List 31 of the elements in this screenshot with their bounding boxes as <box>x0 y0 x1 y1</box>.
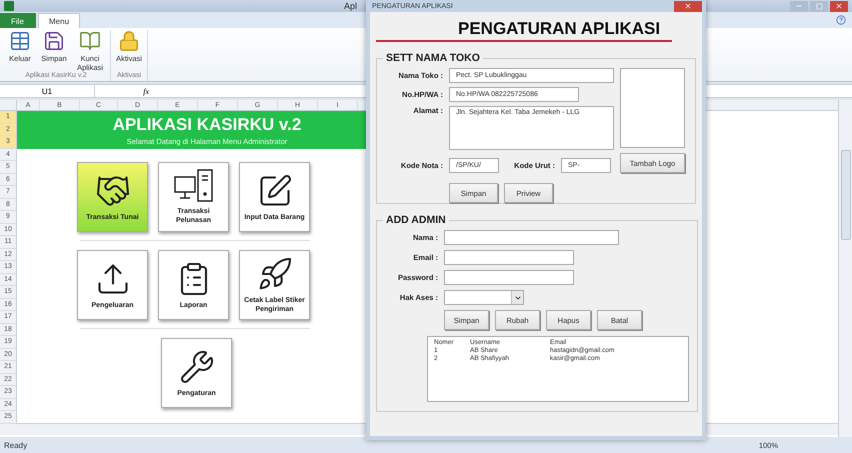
group-title: SETT NAMA TOKO <box>385 52 481 64</box>
input-field[interactable] <box>444 230 619 245</box>
close-button[interactable] <box>674 0 702 12</box>
help-icon[interactable] <box>836 15 846 25</box>
wrench-icon <box>178 348 214 384</box>
close-icon <box>684 2 692 10</box>
window-title: Apl <box>344 1 358 11</box>
rocket-icon <box>256 256 292 292</box>
status-text: Ready <box>4 440 28 450</box>
save-icon <box>43 30 65 52</box>
lock-icon <box>118 30 140 52</box>
ribbon-tab[interactable]: Menu <box>38 13 80 28</box>
minimize-button[interactable] <box>790 0 808 12</box>
table-icon <box>9 30 31 52</box>
password-field[interactable] <box>444 270 574 285</box>
ribbon-tab[interactable]: File <box>0 13 36 28</box>
computer-icon <box>174 169 214 203</box>
dialog-heading: PENGATURAN APLIKASI <box>376 18 672 42</box>
app-title: APLIKASI KASIRKU v.2 <box>112 114 302 134</box>
group-title: ADD ADMIN <box>385 214 447 226</box>
vertical-scrollbar[interactable] <box>838 100 852 437</box>
name-box[interactable]: U1 <box>0 85 95 97</box>
maximize-icon <box>816 2 822 10</box>
book-icon <box>79 30 101 52</box>
scroll-thumb[interactable] <box>840 150 850 240</box>
function-label[interactable]: fx <box>95 86 155 96</box>
input-field[interactable] <box>444 250 574 265</box>
maximize-button[interactable] <box>810 0 828 12</box>
close-button[interactable] <box>830 0 848 12</box>
close-icon <box>835 2 843 10</box>
dropdown-field[interactable] <box>444 290 524 305</box>
